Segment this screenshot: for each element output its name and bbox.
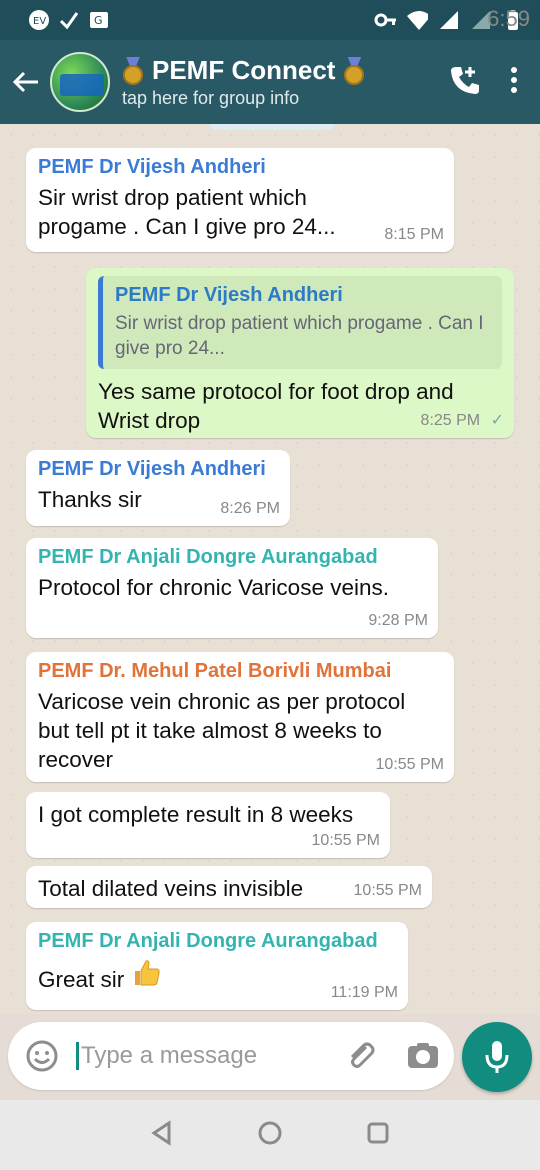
status-bar: 6:59 EV G [0,0,540,40]
message-input[interactable]: Type a message [76,1042,316,1070]
mic-button[interactable] [462,1022,532,1092]
home-circle-icon[interactable] [257,1120,283,1151]
message-time: 10:55 PM [311,832,380,849]
message-bubble[interactable]: PEMF Dr Anjali Dongre Aurangabad Protoco… [26,538,438,638]
status-time: 6:59 [487,6,530,31]
message-composer[interactable]: Type a message [8,1022,454,1090]
message-sender: PEMF Dr Vijesh Andheri [38,458,266,480]
message-text: I got complete result in 8 weeks [38,802,354,827]
android-nav-bar [0,1100,540,1170]
message-text-content: Great sir [38,967,125,992]
group-subtitle: tap here for group info [122,88,300,108]
message-time: 8:15 PM [384,226,444,243]
message-sender: PEMF Dr Anjali Dongre Aurangabad [38,930,378,952]
check-icon [58,9,80,31]
message-time: 10:55 PM [375,756,444,773]
message-sender: PEMF Dr Vijesh Andheri [38,156,266,178]
wifi-icon [406,9,428,31]
recents-square-icon[interactable] [365,1120,391,1151]
message-text: Protocol for chronic Varicose veins. [38,575,389,600]
camera-icon[interactable] [406,1041,440,1071]
quoted-text: Sir wrist drop patient which progame . C… [115,313,484,359]
chat-header[interactable]: PEMF Connect tap here for group info [0,40,540,124]
message-time: 8:25 PM ✓ [421,410,504,430]
medal-icon [343,56,365,85]
message-bubble[interactable]: Total dilated veins invisible 10:55 PM [26,866,432,908]
group-avatar[interactable] [50,52,110,112]
message-text: Sir wrist drop patient which progame . C… [38,185,336,239]
back-arrow-icon [12,71,38,93]
message-time: 8:26 PM [220,500,280,517]
message-time-text: 8:25 PM [420,412,481,429]
key-icon [374,9,396,31]
thumbs-up-emoji [131,960,161,992]
more-vert-icon[interactable] [510,66,518,99]
message-bubble[interactable]: PEMF Dr Vijesh Andheri Sir wrist drop pa… [26,148,454,252]
add-call-icon[interactable] [448,63,482,102]
message-sender: PEMF Dr Anjali Dongre Aurangabad [38,546,378,568]
group-info[interactable]: PEMF Connect tap here for group info [122,55,365,109]
signal-icon [438,9,460,31]
composer-bar: Type a message [0,1014,540,1100]
message-time: 9:28 PM [368,612,428,629]
vpn-badge-icon: EV [28,9,50,31]
message-bubble[interactable]: PEMF Dr Vijesh Andheri Thanks sir 8:26 P… [26,450,290,526]
message-time: 11:19 PM [330,984,398,1001]
quoted-sender: PEMF Dr Vijesh Andheri [115,284,343,306]
medal-icon [122,56,144,85]
svg-text:G: G [94,14,103,27]
emoji-icon[interactable] [24,1038,60,1074]
message-bubble[interactable]: PEMF Dr Anjali Dongre Aurangabad Great s… [26,922,408,1010]
message-bubble[interactable]: PEMF Dr. Mehul Patel Borivli Mumbai Vari… [26,652,454,782]
date-chip [210,124,334,130]
back-triangle-icon[interactable] [149,1119,175,1151]
quoted-message[interactable]: PEMF Dr Vijesh Andheri Sir wrist drop pa… [98,276,502,369]
message-sender: PEMF Dr. Mehul Patel Borivli Mumbai [38,660,392,682]
message-bubble[interactable]: I got complete result in 8 weeks 10:55 P… [26,792,390,858]
message-text: Total dilated veins invisible [38,876,304,901]
chat-area[interactable]: PEMF Dr Vijesh Andheri Sir wrist drop pa… [0,124,540,1014]
group-title: PEMF Connect [152,55,336,85]
sent-check-icon: ✓ [490,412,504,429]
svg-text:EV: EV [33,16,46,27]
translate-icon: G [88,9,110,31]
mic-icon [485,1041,509,1073]
attach-icon[interactable] [344,1040,376,1072]
message-time: 10:55 PM [353,882,422,899]
back-button[interactable] [2,40,50,124]
message-bubble-outgoing[interactable]: PEMF Dr Vijesh Andheri Sir wrist drop pa… [86,268,514,438]
